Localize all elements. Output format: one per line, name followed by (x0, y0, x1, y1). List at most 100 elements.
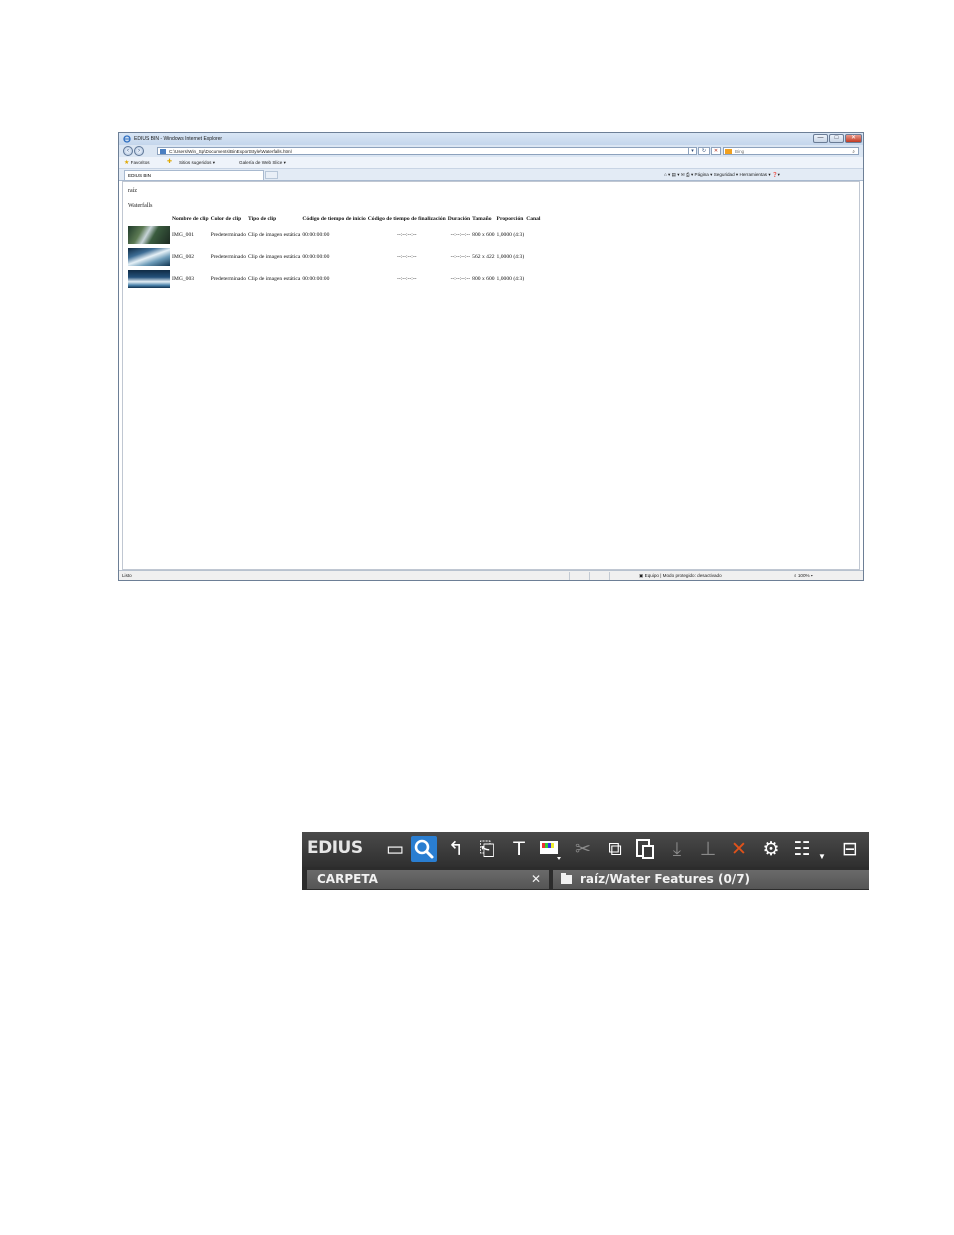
status-divider (609, 572, 610, 580)
minimize-button[interactable]: — (813, 134, 828, 143)
column-header: Canal (526, 216, 541, 222)
page-icon (160, 149, 166, 154)
table-row: IMG_003 Predeterminado Clip de imagen es… (127, 268, 542, 290)
command-menus[interactable]: Página ▾ Seguridad ▾ Herramientas ▾ (695, 172, 771, 177)
bin-panel-header: raíz/Water Features (0/7) (553, 870, 869, 889)
clip-ratio: 1,0000 (4:3) (496, 276, 525, 282)
clip-end-timecode: --:--:--:-- (396, 254, 417, 260)
clip-thumbnail (128, 248, 170, 266)
folder-icon (561, 873, 572, 884)
table-row: IMG_001 Predeterminado Clip de imagen es… (127, 224, 542, 246)
zoom-icon: ⌕ (794, 573, 797, 578)
copy-icon[interactable]: ⧉ (602, 836, 628, 862)
clip-channel (525, 224, 541, 246)
address-toolbar: ‹ › C:\Users\Win_Sp\Documents\BinExportS… (119, 145, 863, 157)
edius-bin-panel: EDIUS ▭ ↰ ⎗ T ✂ ⧉ ⤓ ⊥ ✕ ⚙ ☷ ▼ ⊟ CARPETA … (302, 832, 869, 890)
clip-thumbnail (128, 270, 170, 288)
forward-arrow-icon[interactable]: › (134, 146, 144, 156)
feeds-icon[interactable]: ▤ ▾ (672, 172, 680, 177)
bing-icon (725, 149, 732, 155)
maximize-button[interactable]: □ (829, 134, 844, 143)
title-bar: EDIUS BIN - Windows Internet Explorer — … (119, 133, 863, 145)
clip-end-timecode: --:--:--:-- (396, 276, 417, 282)
zoom-level[interactable]: ⌕ 100% ▾ (794, 571, 813, 580)
title-icon[interactable]: T (506, 836, 532, 862)
new-folder-icon[interactable]: ▭ (382, 836, 408, 862)
column-header: Código de tiempo de finalización (367, 216, 446, 222)
status-bar: Listo ▣ Equipo | Modo protegido: desacti… (119, 570, 863, 580)
view-icon[interactable]: ☷ (789, 836, 815, 862)
cut-icon[interactable]: ✂ (570, 836, 596, 862)
ie-logo-icon (123, 135, 131, 143)
search-input[interactable]: Bing ⌕ (723, 147, 859, 155)
clip-name: IMG_001 (172, 232, 195, 238)
insert-to-timeline-icon[interactable]: ⊥ (695, 836, 721, 862)
column-header: Nombre de clip (172, 216, 209, 222)
column-header: Color de clip (210, 216, 242, 222)
tab-edius-bin[interactable]: EDIUS BIN (124, 170, 264, 180)
clip-duration: --:--:--:-- (450, 254, 471, 260)
clip-channel (525, 246, 541, 268)
column-header: Duración (447, 216, 471, 222)
column-header: Tipo de clip (248, 216, 277, 222)
toolbox-icon[interactable]: ⊟ (837, 836, 863, 862)
properties-icon[interactable]: ⚙ (758, 836, 784, 862)
clip-ratio: 1,0000 (4:3) (496, 254, 525, 260)
clip-size: 562 x 422 (472, 254, 495, 260)
favorites-bar: ★ Favoritos ✚ Sitios sugeridos ▾ Galería… (119, 157, 863, 169)
clip-size: 800 x 600 (472, 232, 495, 238)
column-header (127, 214, 171, 224)
clip-table: Nombre de clip Color de clip Tipo de cli… (127, 214, 542, 290)
suggested-sites-link[interactable]: Sitios sugeridos ▾ (179, 157, 215, 168)
clip-ratio: 1,0000 (4:3) (496, 232, 525, 238)
search-placeholder: Bing (735, 149, 745, 154)
home-icon[interactable]: ⌂ ▾ (664, 172, 670, 177)
clip-name: IMG_002 (172, 254, 195, 260)
clip-start-timecode: 00:00:00:00 (302, 232, 330, 238)
star-icon: ★ (124, 160, 130, 166)
edius-panel-headers: CARPETA ✕ raíz/Water Features (0/7) (302, 867, 869, 890)
delete-icon[interactable]: ✕ (726, 836, 752, 862)
folder-panel-header: CARPETA ✕ (307, 870, 549, 889)
clip-duration: --:--:--:-- (450, 232, 471, 238)
clip-thumbnail (128, 226, 170, 244)
computer-icon: ▣ (639, 573, 644, 578)
table-header-row: Nombre de clip Color de clip Tipo de cli… (127, 214, 542, 224)
window-title: EDIUS BIN - Windows Internet Explorer (134, 136, 223, 142)
search-icon[interactable] (411, 836, 437, 862)
up-folder-icon[interactable]: ↰ (443, 836, 469, 862)
command-bar[interactable]: ⌂ ▾ ▤ ▾ ✉ ⎙ ▾ Página ▾ Seguridad ▾ Herra… (664, 169, 780, 180)
add-favorite-icon[interactable]: ✚ (167, 157, 172, 168)
browser-window: EDIUS BIN - Windows Internet Explorer — … (118, 132, 864, 581)
clip-type: Clip de imagen estática (248, 276, 301, 282)
clip-color: Predeterminado (210, 254, 246, 260)
close-icon[interactable]: ✕ (531, 870, 541, 889)
column-header: Código de tiempo de inicio (302, 216, 366, 222)
clip-color: Predeterminado (210, 276, 246, 282)
open-folder-icon[interactable]: ⎗ (474, 836, 500, 862)
new-tab-button[interactable] (265, 171, 278, 179)
help-icon[interactable]: ❓▾ (772, 172, 780, 177)
print-icon[interactable]: ⎙ ▾ (686, 172, 693, 177)
close-button[interactable]: ✕ (845, 134, 862, 143)
back-arrow-icon[interactable]: ‹ (123, 146, 133, 156)
clip-name: IMG_003 (172, 276, 195, 282)
refresh-icon[interactable]: ↻ (698, 147, 710, 155)
mail-icon[interactable]: ✉ (681, 172, 685, 177)
web-slice-gallery-link[interactable]: Galería de Web Slice ▾ (239, 157, 286, 168)
clip-size: 800 x 600 (472, 276, 495, 282)
clip-type: Clip de imagen estática (248, 254, 301, 260)
favorites-button[interactable]: ★ Favoritos (124, 157, 150, 169)
paste-icon[interactable] (632, 836, 658, 862)
security-zone[interactable]: ▣ Equipo | Modo protegido: desactivado (639, 571, 722, 580)
column-header: Tamaño (472, 216, 492, 222)
edius-toolbar: EDIUS ▭ ↰ ⎗ T ✂ ⧉ ⤓ ⊥ ✕ ⚙ ☷ ▼ ⊟ (302, 832, 869, 867)
address-dropdown-icon[interactable]: ▾ (688, 147, 697, 155)
search-icon[interactable]: ⌕ (852, 148, 855, 155)
add-to-timeline-icon[interactable]: ⤓ (664, 836, 690, 862)
color-bars-icon[interactable] (537, 836, 563, 862)
stop-icon[interactable]: ✕ (711, 147, 721, 155)
address-text: C:\Users\Win_Sp\Documents\BinExportStyle… (169, 149, 292, 154)
view-dropdown-icon[interactable]: ▼ (818, 852, 826, 861)
address-bar[interactable]: C:\Users\Win_Sp\Documents\BinExportStyle… (157, 147, 697, 155)
